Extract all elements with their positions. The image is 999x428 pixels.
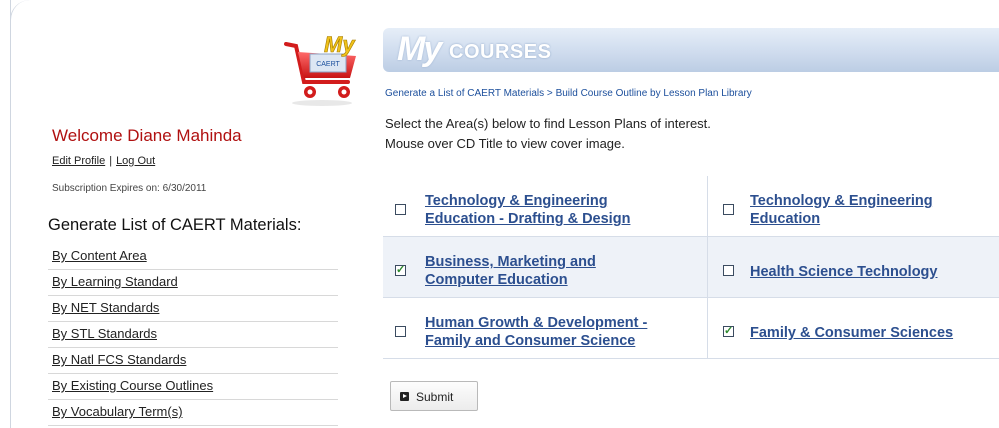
area-cell: Human Growth & Development - Family and C… — [383, 298, 707, 358]
area-checkbox[interactable] — [395, 204, 406, 215]
area-link-tech-eng-drafting[interactable]: Technology & Engineering Education - Draf… — [425, 192, 630, 228]
submit-label: Submit — [416, 390, 454, 404]
sidebar-link-natl-fcs-standards[interactable]: By Natl FCS Standards — [48, 348, 338, 367]
sidebar-item: By STL Standards — [48, 322, 338, 348]
sidebar-link-vocabulary-terms[interactable]: By Vocabulary Term(s) — [48, 400, 338, 419]
area-row: Human Growth & Development - Family and C… — [383, 298, 999, 359]
area-checkbox[interactable] — [395, 263, 406, 276]
banner-my-text: My — [397, 30, 442, 68]
area-link-business-marketing[interactable]: Business, Marketing and Computer Educatio… — [425, 253, 596, 289]
area-selection-grid: Technology & Engineering Education - Draf… — [383, 176, 999, 359]
breadcrumb-separator: > — [544, 88, 556, 99]
area-cell: Technology & Engineering Education — [708, 176, 999, 236]
area-link-tech-eng-education[interactable]: Technology & Engineering Education — [750, 192, 933, 228]
subscription-expiry: Subscription Expires on: 6/30/2011 — [52, 183, 207, 194]
area-checkbox[interactable] — [723, 204, 734, 215]
page-left-border — [10, 0, 11, 428]
sidebar-item: By Existing Course Outlines — [48, 374, 338, 400]
my-courses-banner: My COURSES — [383, 28, 999, 72]
area-checkbox[interactable] — [723, 324, 734, 337]
area-checkbox[interactable] — [395, 326, 406, 337]
sidebar-link-existing-course-outlines[interactable]: By Existing Course Outlines — [48, 374, 338, 393]
sidebar-item: By Natl FCS Standards — [48, 348, 338, 374]
welcome-heading: Welcome Diane Mahinda — [52, 126, 242, 145]
area-checkbox[interactable] — [723, 265, 734, 276]
breadcrumb-current: Build Course Outline by Lesson Plan Libr… — [555, 88, 752, 99]
sidebar-heading: Generate List of CAERT Materials: — [48, 216, 302, 234]
cart-logo-icon: CAERT My — [284, 32, 357, 106]
area-row: Technology & Engineering Education - Draf… — [383, 176, 999, 237]
sidebar-item: By Learning Standard — [48, 270, 338, 296]
area-link-health-science[interactable]: Health Science Technology — [750, 263, 937, 281]
sidebar-item: By Vocabulary Term(s) — [48, 400, 338, 426]
instruction-line: Mouse over CD Title to view cover image. — [385, 136, 625, 151]
sidebar-link-content-area[interactable]: By Content Area — [48, 244, 338, 263]
submit-button[interactable]: Submit — [390, 381, 478, 411]
sidebar-link-stl-standards[interactable]: By STL Standards — [48, 322, 338, 341]
logo-caert-text: CAERT — [316, 61, 340, 68]
area-link-family-consumer[interactable]: Family & Consumer Sciences — [750, 324, 953, 342]
breadcrumb-generate-link[interactable]: Generate a List of CAERT Materials — [385, 88, 544, 99]
log-out-link[interactable]: Log Out — [116, 155, 155, 167]
sidebar-list: By Content Area By Learning Standard By … — [48, 244, 338, 426]
area-cell: Health Science Technology — [708, 237, 999, 297]
area-cell: Family & Consumer Sciences — [708, 298, 999, 358]
instructions: Select the Area(s) below to find Lesson … — [385, 114, 711, 154]
profile-links: Edit Profile | Log Out — [52, 155, 155, 167]
link-separator: | — [109, 155, 113, 167]
edit-profile-link[interactable]: Edit Profile — [52, 155, 105, 167]
area-cell: Technology & Engineering Education - Draf… — [383, 176, 707, 236]
area-row: Business, Marketing andComputer Educatio… — [383, 237, 999, 298]
banner-courses-text: COURSES — [449, 41, 552, 63]
submit-arrow-icon — [400, 392, 409, 401]
area-link-human-growth[interactable]: Human Growth & Development - Family and C… — [425, 314, 647, 350]
sidebar-link-net-standards[interactable]: By NET Standards — [48, 296, 338, 315]
area-cell: Business, Marketing andComputer Educatio… — [383, 237, 707, 297]
sidebar-link-learning-standard[interactable]: By Learning Standard — [48, 270, 338, 289]
sidebar-item: By NET Standards — [48, 296, 338, 322]
sidebar-item: By Content Area — [48, 244, 338, 270]
page-corner — [10, 0, 33, 20]
logo-my-text: My — [324, 32, 356, 57]
instruction-line: Select the Area(s) below to find Lesson … — [385, 116, 711, 131]
breadcrumb: Generate a List of CAERT Materials > Bui… — [385, 88, 752, 99]
